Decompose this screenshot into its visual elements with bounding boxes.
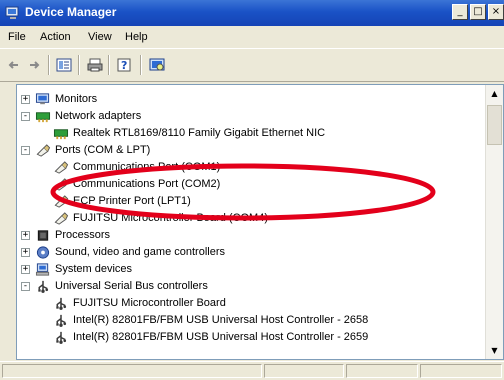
tree-item[interactable]: FUJITSU Microcontroller Board (COM4) [17,210,477,227]
port-connector-icon [36,144,51,157]
tree-item[interactable]: + Processors [17,227,477,244]
menu-bar: File Action View Help [0,26,504,49]
show-hide-tree-icon[interactable] [55,57,73,73]
scan-hardware-icon[interactable] [148,57,166,73]
usb-icon [56,331,67,344]
tree-item-label: Communications Port (COM2) [73,178,221,190]
toolbar: ? [0,49,504,82]
collapse-icon[interactable]: - [21,282,30,291]
tree-item-label: Intel(R) 82801FB/FBM USB Universal Host … [73,331,369,343]
title-bar[interactable]: Device Manager _ □ × [0,0,504,26]
tree-item-label: Communications Port (COM1) [73,161,221,173]
collapse-icon[interactable]: - [21,112,30,121]
expand-icon[interactable]: + [21,248,30,257]
scroll-thumb[interactable] [487,105,502,145]
monitor-icon [35,93,50,105]
tree-item-label: System devices [55,263,133,275]
minimize-button[interactable]: _ [452,4,468,20]
tree-item-label: Intel(R) 82801FB/FBM USB Universal Host … [73,314,369,326]
vertical-scrollbar[interactable]: ▲ ▼ [485,85,503,359]
port-connector-icon [54,161,69,174]
menu-file[interactable]: File [8,31,26,43]
print-icon[interactable] [86,57,104,73]
toolbar-separator [140,55,142,75]
tree-item-label: Processors [55,229,111,241]
help-icon[interactable]: ? [116,57,134,73]
port-connector-icon [54,195,69,208]
expand-icon[interactable]: + [21,95,30,104]
tree-item[interactable]: - Network adapters [17,108,477,125]
close-button[interactable]: × [488,4,504,20]
toolbar-separator [108,55,110,75]
forward-arrow-icon[interactable] [26,57,44,73]
usb-icon [56,297,67,310]
tree-item[interactable]: Communications Port (COM1) [17,159,477,176]
tree-item-label: Sound, video and game controllers [55,246,225,258]
port-connector-icon [54,178,69,191]
expand-icon[interactable]: + [21,265,30,274]
tree-item-label: FUJITSU Microcontroller Board [73,297,226,309]
expand-icon[interactable]: + [21,231,30,240]
toolbar-separator [78,55,80,75]
menu-help[interactable]: Help [125,31,148,43]
port-connector-icon [54,212,69,225]
tree-item[interactable]: Intel(R) 82801FB/FBM USB Universal Host … [17,329,477,346]
processor-icon [37,230,49,241]
scroll-up-arrow-icon[interactable]: ▲ [486,85,503,102]
status-bar [0,361,504,380]
tree-item[interactable]: Communications Port (COM2) [17,176,477,193]
window-title: Device Manager [25,5,117,19]
maximize-button[interactable]: □ [470,4,486,20]
tree-item[interactable]: Realtek RTL8169/8110 Family Gigabit Ethe… [17,125,477,142]
network-adapter-icon [35,112,51,123]
collapse-icon[interactable]: - [21,146,30,155]
tree-item[interactable]: + Monitors [17,91,477,108]
device-manager-window: Device Manager _ □ × File Action View He… [0,0,504,380]
usb-icon [56,314,67,327]
tree-item-label: Realtek RTL8169/8110 Family Gigabit Ethe… [73,127,326,139]
tree-item[interactable]: ECP Printer Port (LPT1) [17,193,477,210]
tree-item-label: FUJITSU Microcontroller Board (COM4) [73,212,268,224]
window-controls: _ □ × [452,4,504,20]
tree-item[interactable]: - Universal Serial Bus controllers [17,278,477,295]
scroll-down-arrow-icon[interactable]: ▼ [486,342,503,359]
menu-view[interactable]: View [88,31,112,43]
tree-item[interactable]: Intel(R) 82801FB/FBM USB Universal Host … [17,312,477,329]
device-tree[interactable]: + Monitors - Network adapters Realtek RTL816… [16,84,504,360]
tree-item-label: Monitors [55,93,98,105]
svg-text:?: ? [121,59,127,72]
computer-icon [35,263,50,276]
tree-item[interactable]: + System devices [17,261,477,278]
menu-action[interactable]: Action [40,31,71,43]
network-card-icon [53,129,69,140]
tree-item-label: Network adapters [55,110,142,122]
back-arrow-icon[interactable] [6,57,24,73]
sound-icon [36,246,50,259]
usb-icon [38,280,49,293]
toolbar-separator [48,55,50,75]
status-pane [420,364,502,378]
tree-item-label: Ports (COM & LPT) [55,144,151,156]
status-pane [264,364,344,378]
tree-item[interactable]: FUJITSU Microcontroller Board [17,295,477,312]
tree-item-label: Universal Serial Bus controllers [55,280,208,292]
tree-item[interactable]: + Sound, video and game controllers [17,244,477,261]
status-pane [2,364,262,378]
tree-item-label: ECP Printer Port (LPT1) [73,195,191,207]
tree-item[interactable]: - Ports (COM & LPT) [17,142,477,159]
device-manager-icon [5,6,19,19]
status-pane [346,364,418,378]
